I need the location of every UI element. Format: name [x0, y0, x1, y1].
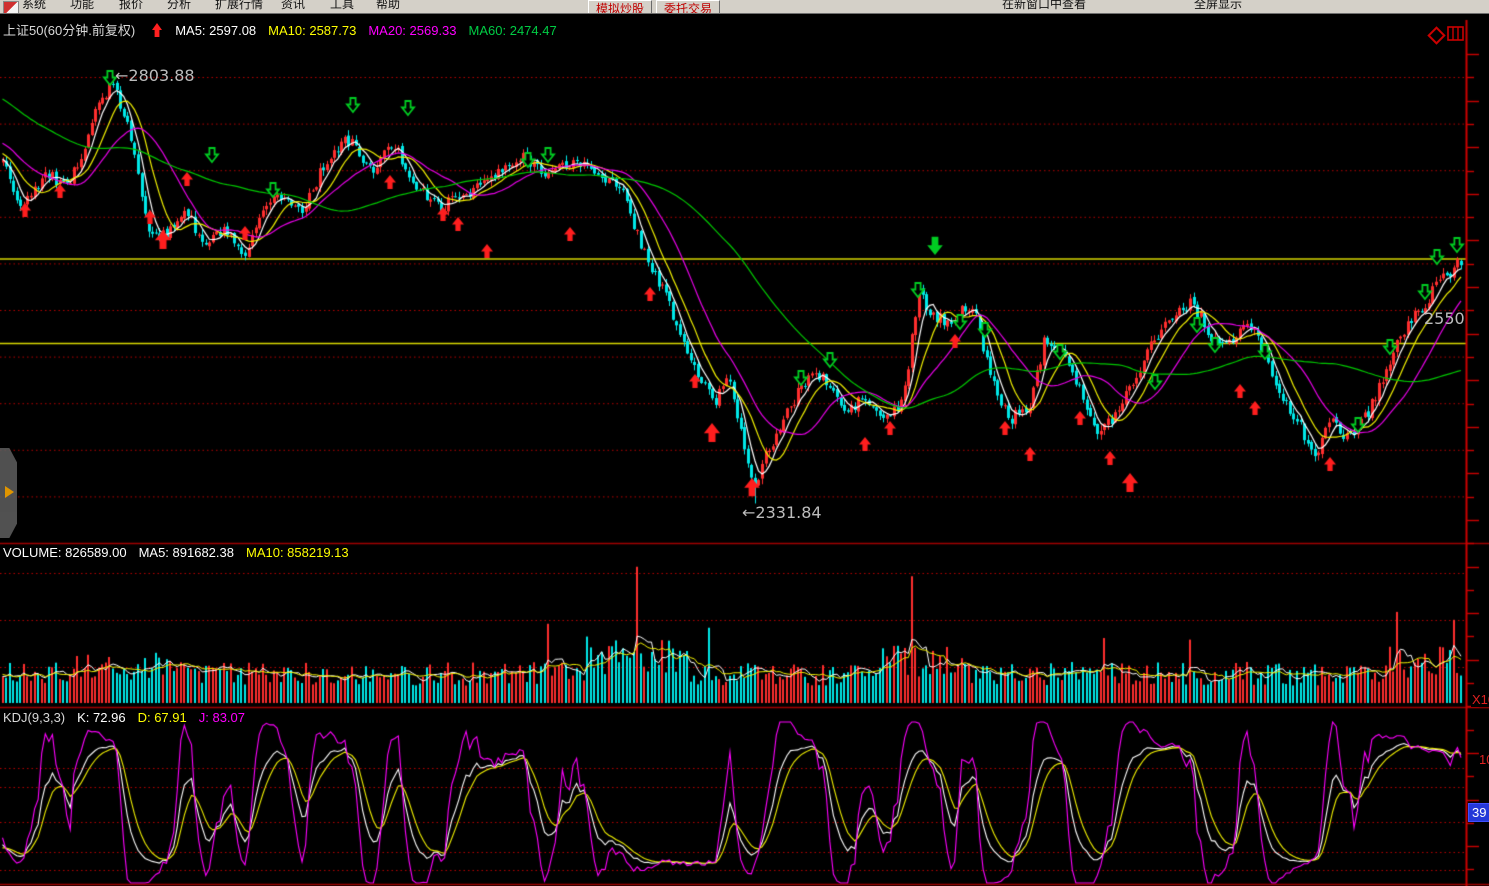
menu-item-tools[interactable]: 工具	[330, 0, 354, 13]
sidebar-expand-handle[interactable]	[0, 448, 17, 538]
chart-canvas[interactable]	[0, 0, 1489, 886]
menu-link-fullscreen[interactable]: 全屏显示	[1194, 0, 1242, 13]
ma5-value: MA5: 2597.08	[175, 23, 256, 38]
menu-item-analysis[interactable]: 分析	[167, 0, 191, 13]
kdj-current-value-badge: 39	[1468, 803, 1489, 822]
menu-item-system[interactable]: 系统	[22, 0, 46, 13]
kdj-panel-header: KDJ(9,3,3) K: 72.96 D: 67.91 J: 83.07	[3, 710, 257, 725]
chart-title: 上证50(60分钟.前复权)	[3, 23, 135, 38]
kdj-d-value: D: 67.91	[138, 710, 187, 725]
menu-item-news[interactable]: 资讯	[281, 0, 305, 13]
stock-app-window: { "menubar": { "items": ["系统", "功能", "报价…	[0, 0, 1489, 886]
main-chart-header: 上证50(60分钟.前复权) MA5: 2597.08 MA10: 2587.73 M…	[3, 20, 569, 41]
menu-button-sim-trading[interactable]: 模拟炒股	[588, 0, 652, 14]
kdj-j-value: J: 83.07	[199, 710, 245, 725]
expand-arrow-icon	[5, 486, 14, 498]
menu-link-open-in-window[interactable]: 在新窗口中查看	[1002, 0, 1086, 13]
volume-panel-header: VOLUME: 826589.00 MA5: 891682.38 MA10: 858…	[3, 545, 361, 560]
ma60-value: MA60: 2474.47	[469, 23, 557, 38]
app-logo-icon[interactable]	[3, 1, 19, 14]
volume-ma10-value: MA10: 858219.13	[246, 545, 349, 560]
low-annotation: ←2331.84	[742, 503, 822, 522]
high-annotation: ←2803.88	[115, 66, 195, 85]
kdj-title: KDJ(9,3,3)	[3, 710, 65, 725]
ma20-value: MA20: 2569.33	[368, 23, 456, 38]
up-arrow-icon	[151, 22, 163, 41]
ma10-value: MA10: 2587.73	[268, 23, 356, 38]
kdj-k-value: K: 72.96	[77, 710, 125, 725]
kdj-axis-top-label: 100	[1479, 752, 1489, 767]
volume-unit-label: X10000	[1471, 692, 1489, 707]
menu-item-quotes[interactable]: 报价	[119, 0, 143, 13]
menu-button-order-trading[interactable]: 委托交易	[656, 0, 720, 14]
volume-value: VOLUME: 826589.00	[3, 545, 127, 560]
menu-bar: 系统 功能 报价 分析 扩展行情 资讯 工具 帮助 模拟炒股 委托交易 在新窗口…	[0, 0, 1489, 14]
volume-ma5-value: MA5: 891682.38	[139, 545, 234, 560]
menu-item-help[interactable]: 帮助	[376, 0, 400, 13]
menu-item-function[interactable]: 功能	[70, 0, 94, 13]
split-window-icon[interactable]	[1447, 26, 1465, 47]
price-line-label: 2550	[1424, 309, 1465, 328]
menu-item-extended-quotes[interactable]: 扩展行情	[215, 0, 263, 13]
